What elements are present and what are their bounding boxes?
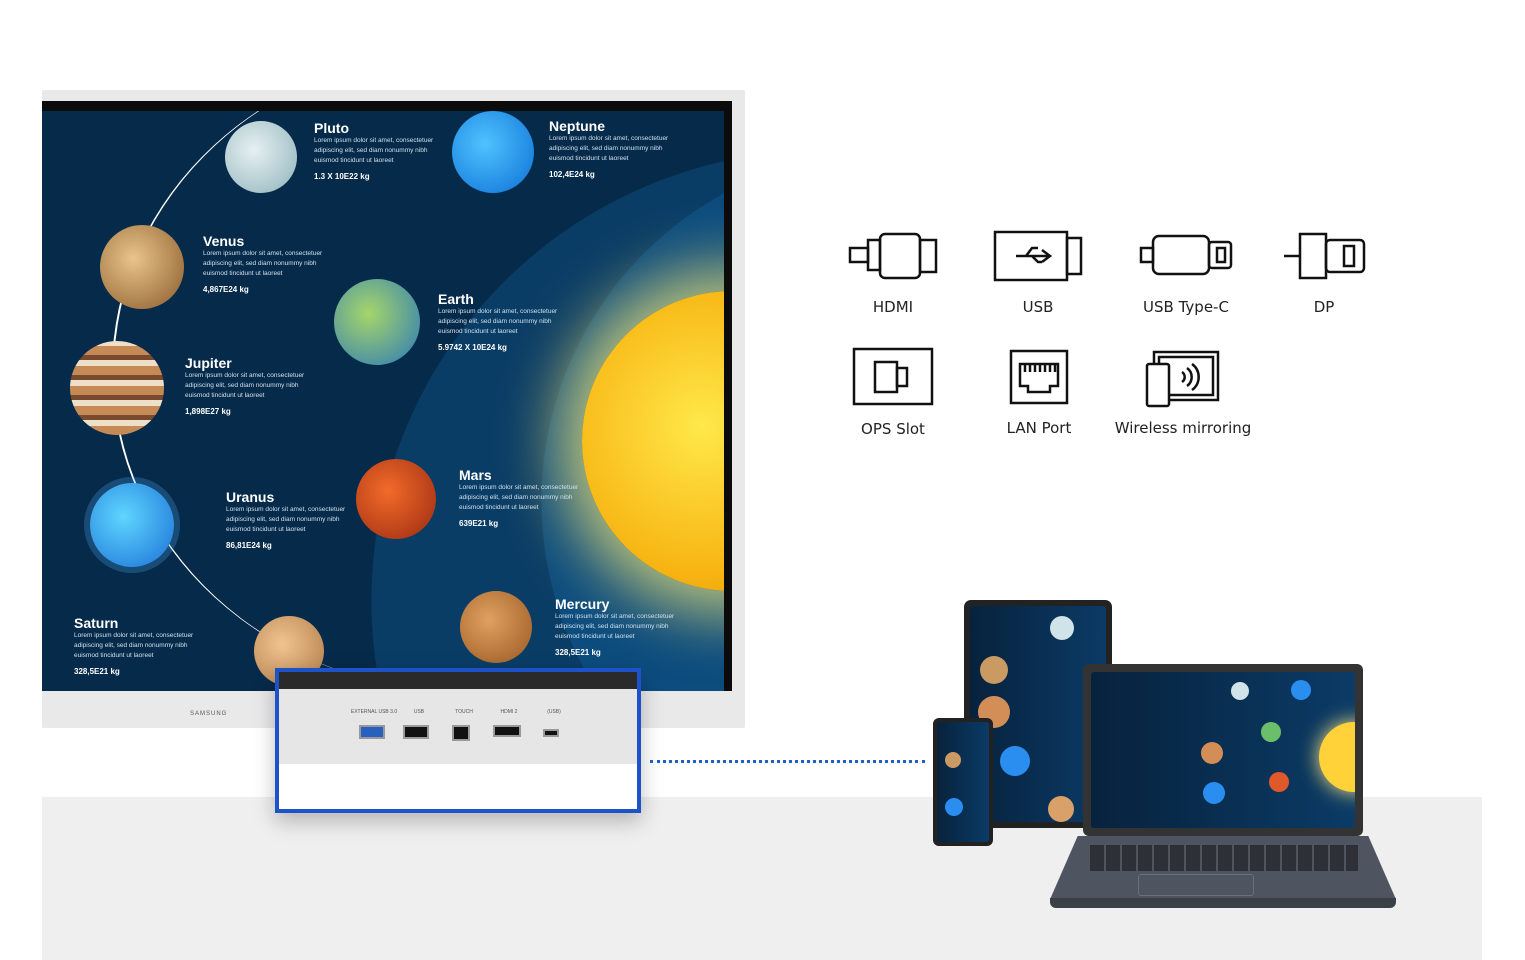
planet-neptune xyxy=(452,111,534,193)
mini-planet xyxy=(1231,682,1249,700)
planet-mass: 328,5E21 kg xyxy=(555,648,601,657)
planet-mass: 102,4E24 kg xyxy=(549,170,595,179)
connectivity-label-dp: DP xyxy=(1313,298,1335,316)
planet-mass: 639E21 kg xyxy=(459,519,499,528)
planet-mars xyxy=(356,459,436,539)
planet-mercury xyxy=(460,591,532,663)
laptop-screen xyxy=(1091,672,1355,828)
mini-planet xyxy=(1000,746,1030,776)
connectivity-label-ops: OPS Slot xyxy=(861,420,925,438)
planet-info: Pluto Lorem ipsum dolor sit amet, consect… xyxy=(314,120,439,182)
planet-mass: 328,5E21 kg xyxy=(74,667,120,676)
planet-description: Lorem ipsum dolor sit amet, consectetuer… xyxy=(203,250,323,277)
mini-planet xyxy=(1048,796,1074,822)
brand-logo: SAMSUNG xyxy=(190,711,228,717)
planet-uranus xyxy=(90,483,174,567)
ports-strip: EXTERNAL USB 3.0 USB TOUCH HDMI 2 (USB) xyxy=(279,689,637,764)
planet-description: Lorem ipsum dolor sit amet, consectetuer… xyxy=(74,632,194,659)
planet-mass: 1.3 X 10E22 kg xyxy=(314,172,370,181)
usb-c-icon xyxy=(1139,234,1233,276)
planet-info: Earth Lorem ipsum dolor sit amet, consect… xyxy=(438,291,563,353)
hdmi-icon xyxy=(848,232,938,280)
usb3-port xyxy=(359,725,385,739)
planet-description: Lorem ipsum dolor sit amet, consectetuer… xyxy=(438,308,558,335)
phone-device xyxy=(933,718,993,846)
planet-venus xyxy=(100,225,184,309)
planet-name: Jupiter xyxy=(185,355,232,371)
planet-info: Venus Lorem ipsum dolor sit amet, consect… xyxy=(203,233,328,295)
port-label: TOUCH xyxy=(455,709,473,715)
panel-bezel xyxy=(279,672,637,689)
planet-mass: 1,898E27 kg xyxy=(185,407,231,416)
planet-info: Saturn Lorem ipsum dolor sit amet, consec… xyxy=(74,615,199,677)
mini-planet xyxy=(945,752,961,768)
connectivity-label-wireless: Wireless mirroring xyxy=(1114,419,1252,437)
port-label: USB xyxy=(413,709,425,715)
planet-description: Lorem ipsum dolor sit amet, consectetuer… xyxy=(185,372,305,399)
lan-port-icon xyxy=(1009,349,1069,405)
planet-mass: 4,867E24 kg xyxy=(203,285,249,294)
planet-name: Neptune xyxy=(549,118,605,134)
planet-mass: 86,81E24 kg xyxy=(226,541,272,550)
mini-planet xyxy=(1261,722,1281,742)
planet-earth xyxy=(334,279,420,365)
planet-info: Mercury Lorem ipsum dolor sit amet, conse… xyxy=(555,596,680,658)
planet-pluto xyxy=(225,121,297,193)
laptop-device xyxy=(1083,664,1363,836)
planet-name: Uranus xyxy=(226,489,275,505)
wireless-mirroring-icon xyxy=(1145,350,1220,408)
port-label: EXTERNAL USB 3.0 xyxy=(350,709,398,715)
planet-info: Mars Lorem ipsum dolor sit amet, consecte… xyxy=(459,467,584,529)
usb-c-port xyxy=(543,729,559,737)
ops-slot-icon xyxy=(852,347,934,406)
usb-icon xyxy=(993,230,1083,282)
hdmi-port xyxy=(493,725,521,737)
connectivity-label-lan: LAN Port xyxy=(1006,419,1072,437)
laptop-base-edge xyxy=(1050,898,1396,908)
monitor-screen: Pluto Lorem ipsum dolor sit amet, consect… xyxy=(42,101,732,691)
port-label: HDMI 2 xyxy=(500,709,518,715)
mini-planet xyxy=(1269,772,1289,792)
planet-name: Pluto xyxy=(314,120,349,136)
planet-description: Lorem ipsum dolor sit amet, consectetuer… xyxy=(314,137,434,164)
planet-name: Saturn xyxy=(74,615,119,631)
connection-dotted-line xyxy=(650,760,925,763)
planet-info: Neptune Lorem ipsum dolor sit amet, conse… xyxy=(549,118,674,180)
planet-info: Jupiter Lorem ipsum dolor sit amet, conse… xyxy=(185,355,310,417)
laptop-touchpad xyxy=(1138,874,1254,896)
ports-panel-callout: EXTERNAL USB 3.0 USB TOUCH HDMI 2 (USB) xyxy=(275,668,641,813)
mini-planet xyxy=(1201,742,1223,764)
planet-mass: 5.9742 X 10E24 kg xyxy=(438,343,507,352)
planet-description: Lorem ipsum dolor sit amet, consectetuer… xyxy=(555,613,675,640)
mini-sun xyxy=(1319,722,1355,792)
laptop-keyboard xyxy=(1090,845,1358,871)
displayport-icon xyxy=(1284,232,1366,280)
connectivity-label-usb-c: USB Type-C xyxy=(1143,298,1229,316)
connectivity-label-usb: USB xyxy=(1022,298,1054,316)
planet-name: Earth xyxy=(438,291,474,307)
connectivity-label-hdmi: HDMI xyxy=(872,298,914,316)
mini-planet xyxy=(980,656,1008,684)
planet-description: Lorem ipsum dolor sit amet, consectetuer… xyxy=(226,506,346,533)
planet-name: Venus xyxy=(203,233,245,249)
mini-planet xyxy=(945,798,963,816)
mini-planet xyxy=(1291,680,1311,700)
planet-jupiter xyxy=(70,341,164,435)
planet-name: Mars xyxy=(459,467,492,483)
planet-description: Lorem ipsum dolor sit amet, consectetuer… xyxy=(459,484,579,511)
planet-info: Uranus Lorem ipsum dolor sit amet, consec… xyxy=(226,489,351,551)
port-label: (USB) xyxy=(547,709,561,715)
planet-name: Mercury xyxy=(555,596,610,612)
phone-screen xyxy=(937,722,989,842)
usb-port xyxy=(403,725,429,739)
mini-planet xyxy=(1203,782,1225,804)
planet-description: Lorem ipsum dolor sit amet, consectetuer… xyxy=(549,135,669,162)
touch-port xyxy=(452,725,470,741)
mini-planet xyxy=(1050,616,1074,640)
